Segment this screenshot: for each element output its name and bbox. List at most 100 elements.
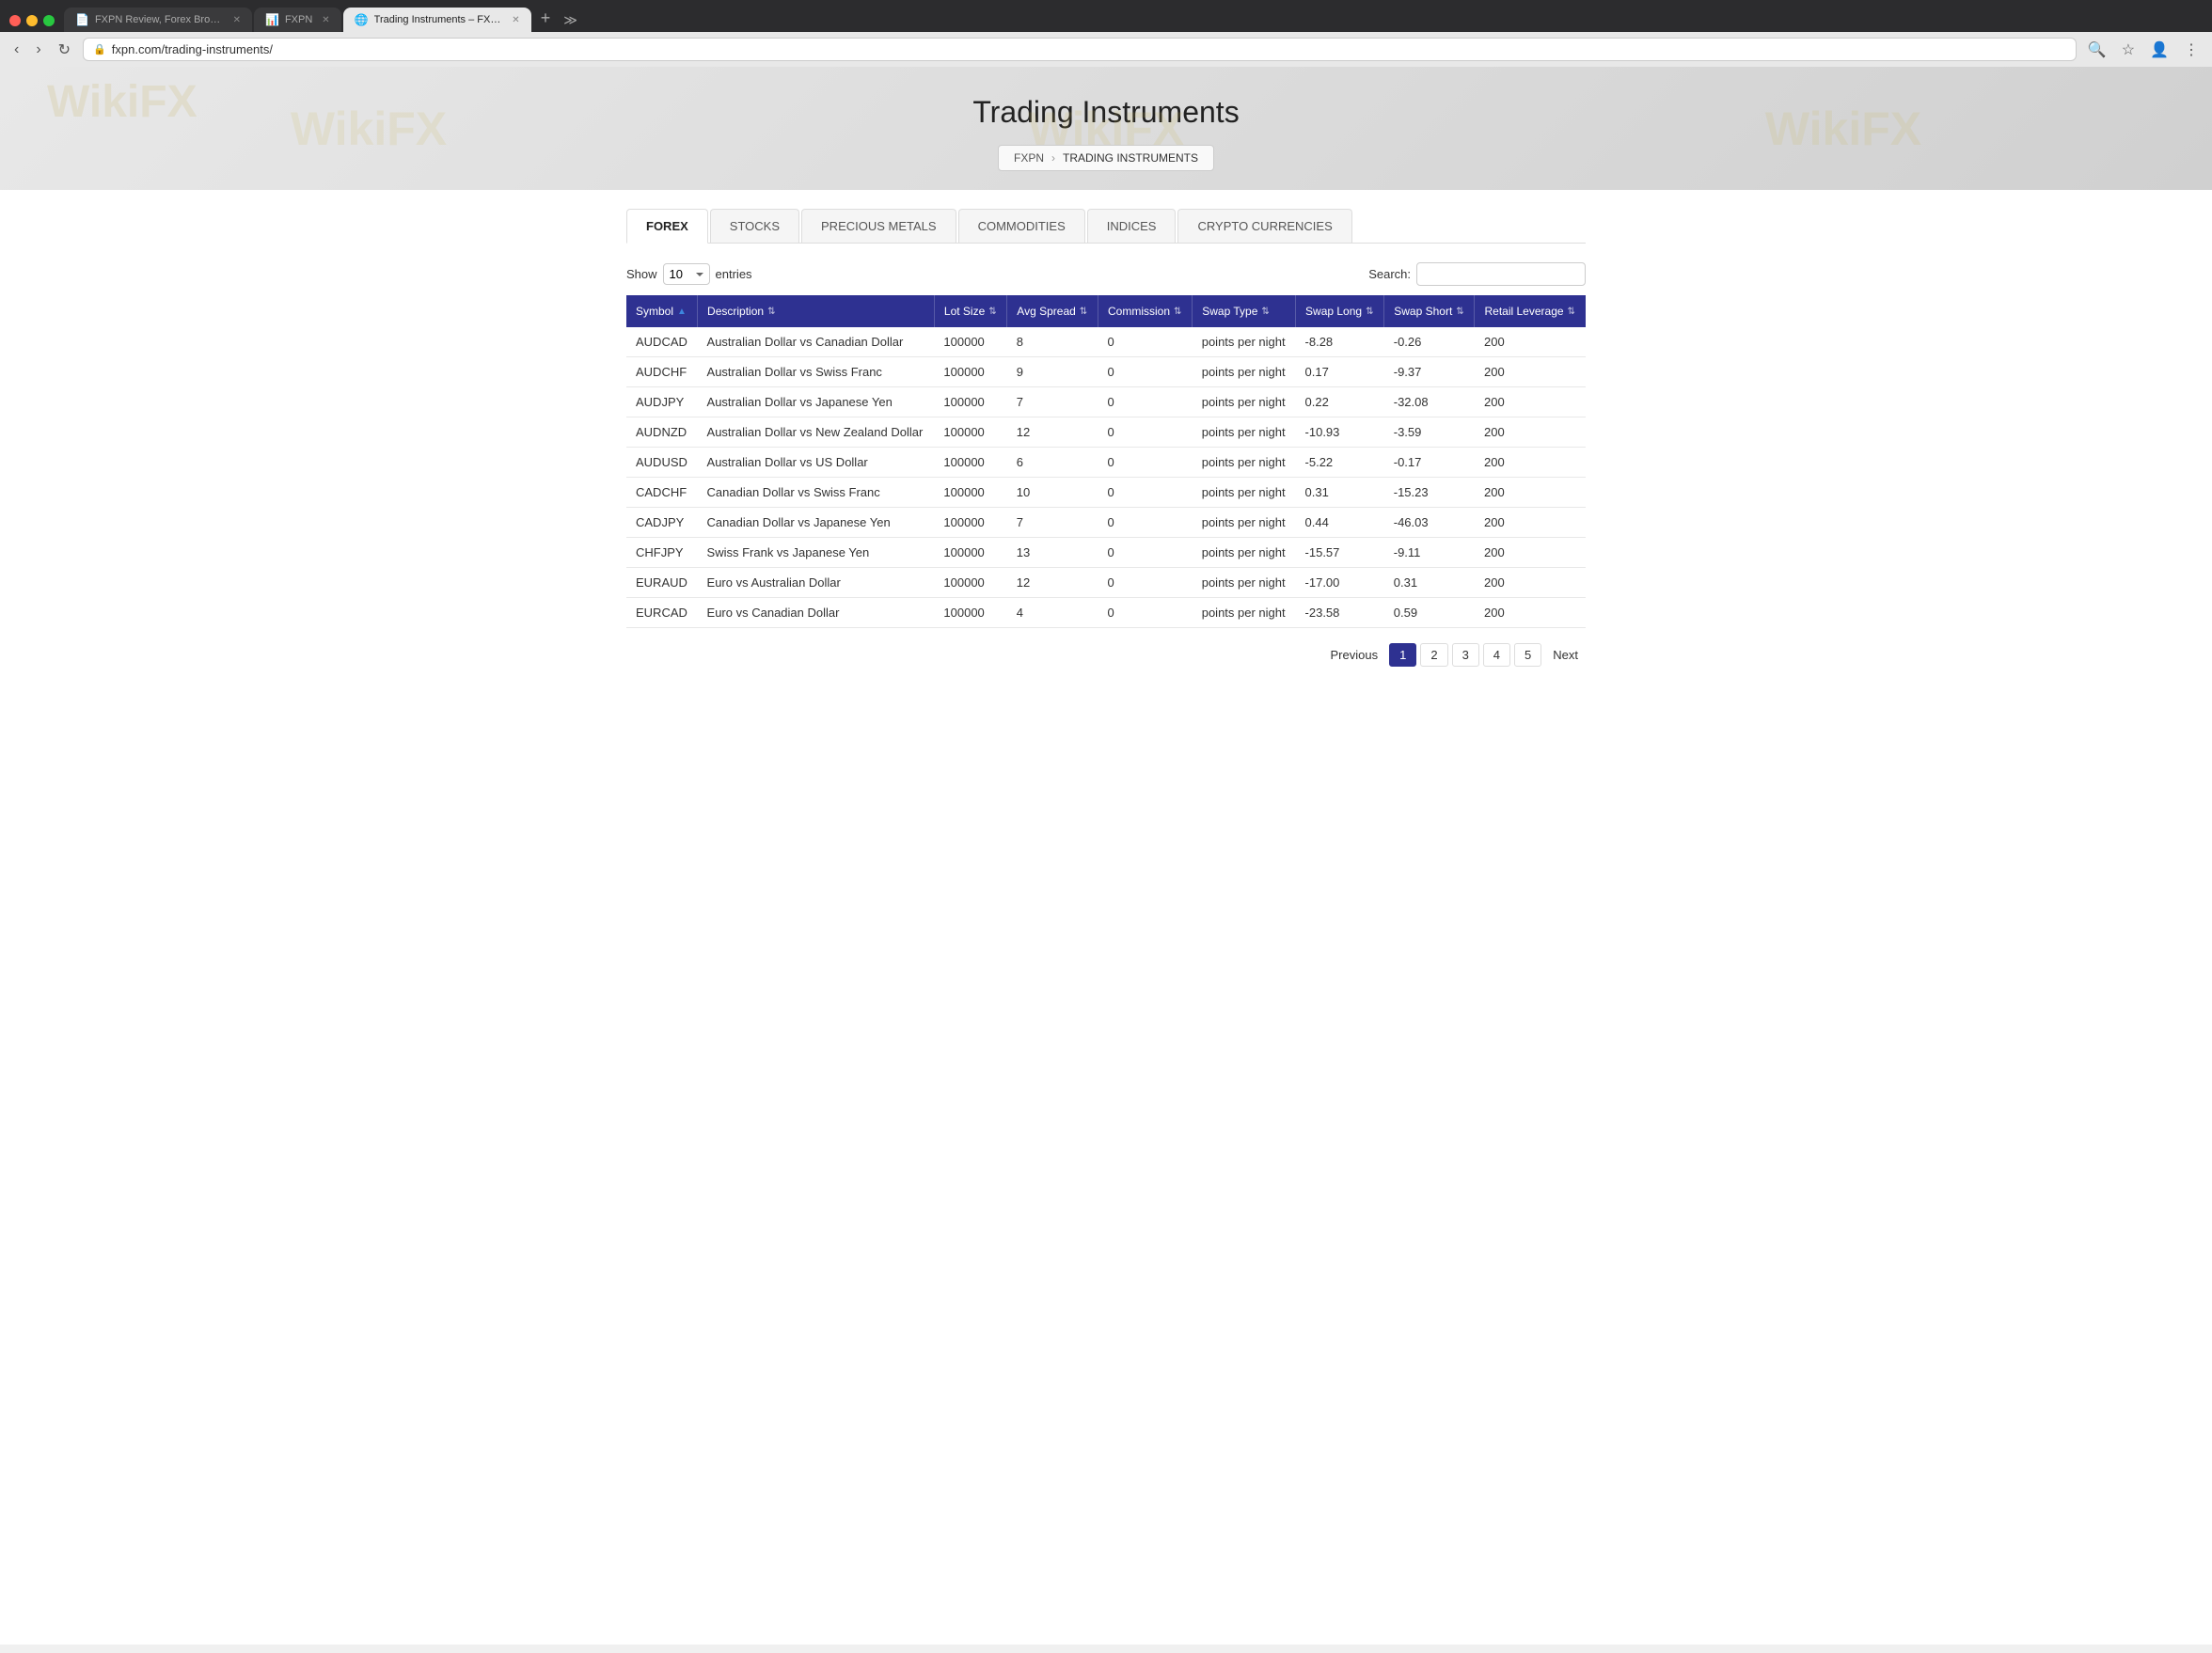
cell-lot_size: 100000: [934, 508, 1006, 538]
table-row: EURCADEuro vs Canadian Dollar10000040poi…: [626, 598, 1586, 628]
page-header: WikiFX WikiFX WikiFX Trading Instruments…: [0, 67, 2212, 190]
breadcrumb-current: TRADING INSTRUMENTS: [1063, 151, 1198, 165]
cell-retail_leverage: 200: [1475, 417, 1586, 448]
pagination: Previous12345Next: [626, 643, 1586, 667]
tab-title: FXPN: [285, 14, 312, 25]
col-header-symbol[interactable]: Symbol▲: [626, 295, 698, 327]
table-controls: Show 102550100 entries Search:: [626, 262, 1586, 286]
cell-swap_type: points per night: [1193, 598, 1296, 628]
sort-icon-swap_short: ⇅: [1456, 307, 1463, 317]
cell-swap_type: points per night: [1193, 538, 1296, 568]
browser-chrome: 📄FXPN Review, Forex Broker&...✕📊FXPN✕🌐Tr…: [0, 0, 2212, 32]
cell-description: Australian Dollar vs US Dollar: [698, 448, 935, 478]
col-header-retail_leverage[interactable]: Retail Leverage⇅: [1475, 295, 1586, 327]
forward-button[interactable]: ›: [31, 39, 45, 60]
market-tab-stocks[interactable]: STOCKS: [710, 209, 799, 243]
cell-commission: 0: [1098, 568, 1192, 598]
minimize-button[interactable]: [26, 15, 38, 26]
maximize-button[interactable]: [43, 15, 55, 26]
cell-description: Canadian Dollar vs Japanese Yen: [698, 508, 935, 538]
page-button-2[interactable]: 2: [1420, 643, 1447, 667]
menu-icon[interactable]: ⋮: [2180, 39, 2203, 61]
close-button[interactable]: [9, 15, 21, 26]
col-header-swap_type[interactable]: Swap Type⇅: [1193, 295, 1296, 327]
page-button-1[interactable]: 1: [1389, 643, 1416, 667]
url-bar[interactable]: 🔒 fxpn.com/trading-instruments/: [83, 38, 2077, 61]
cell-lot_size: 100000: [934, 568, 1006, 598]
cell-swap_short: -32.08: [1384, 387, 1475, 417]
table-row: AUDNZDAustralian Dollar vs New Zealand D…: [626, 417, 1586, 448]
cell-swap_type: points per night: [1193, 417, 1296, 448]
cell-symbol: AUDCAD: [626, 327, 698, 357]
cell-lot_size: 100000: [934, 387, 1006, 417]
show-label: Show: [626, 267, 657, 281]
tab-close-icon[interactable]: ✕: [233, 15, 241, 25]
cell-description: Swiss Frank vs Japanese Yen: [698, 538, 935, 568]
cell-avg_spread: 9: [1007, 357, 1098, 387]
cell-description: Australian Dollar vs Swiss Franc: [698, 357, 935, 387]
tab-close-icon[interactable]: ✕: [322, 15, 329, 25]
entries-select[interactable]: 102550100: [663, 263, 710, 285]
search-icon[interactable]: 🔍: [2084, 39, 2110, 61]
tab-overflow-button[interactable]: ≫: [563, 12, 577, 28]
reload-button[interactable]: ↻: [54, 39, 75, 61]
cell-avg_spread: 8: [1007, 327, 1098, 357]
search-input[interactable]: [1416, 262, 1586, 286]
market-tab-crypto[interactable]: CRYPTO CURRENCIES: [1177, 209, 1351, 243]
col-header-lot_size[interactable]: Lot Size⇅: [934, 295, 1006, 327]
bookmark-icon[interactable]: ☆: [2118, 39, 2139, 61]
cell-swap_type: points per night: [1193, 568, 1296, 598]
cell-commission: 0: [1098, 508, 1192, 538]
cell-retail_leverage: 200: [1475, 478, 1586, 508]
col-header-avg_spread[interactable]: Avg Spread⇅: [1007, 295, 1098, 327]
cell-symbol: EURAUD: [626, 568, 698, 598]
market-tab-precious_metals[interactable]: PRECIOUS METALS: [801, 209, 956, 243]
col-header-description[interactable]: Description⇅: [698, 295, 935, 327]
new-tab-button[interactable]: +: [533, 8, 559, 28]
col-header-commission[interactable]: Commission⇅: [1098, 295, 1192, 327]
cell-lot_size: 100000: [934, 598, 1006, 628]
cell-retail_leverage: 200: [1475, 357, 1586, 387]
page-button-5[interactable]: 5: [1514, 643, 1541, 667]
col-label-retail_leverage: Retail Leverage: [1484, 305, 1563, 318]
breadcrumb-parent[interactable]: FXPN: [1014, 151, 1044, 165]
cell-swap_short: 0.31: [1384, 568, 1475, 598]
breadcrumb: FXPN › TRADING INSTRUMENTS: [998, 145, 1214, 171]
cell-retail_leverage: 200: [1475, 568, 1586, 598]
col-header-swap_short[interactable]: Swap Short⇅: [1384, 295, 1475, 327]
page-button-4[interactable]: 4: [1483, 643, 1510, 667]
address-bar: ‹ › ↻ 🔒 fxpn.com/trading-instruments/ 🔍 …: [0, 32, 2212, 67]
table-row: AUDCADAustralian Dollar vs Canadian Doll…: [626, 327, 1586, 357]
sort-icon-swap_type: ⇅: [1261, 307, 1269, 317]
cell-description: Canadian Dollar vs Swiss Franc: [698, 478, 935, 508]
pagination-previous[interactable]: Previous: [1323, 644, 1386, 666]
market-tab-indices[interactable]: INDICES: [1087, 209, 1177, 243]
cell-description: Australian Dollar vs Japanese Yen: [698, 387, 935, 417]
tab-close-icon[interactable]: ✕: [512, 15, 519, 25]
cell-commission: 0: [1098, 478, 1192, 508]
browser-tab-tab3[interactable]: 🌐Trading Instruments – FXPN✕: [343, 8, 531, 32]
col-header-swap_long[interactable]: Swap Long⇅: [1296, 295, 1384, 327]
browser-tab-tab2[interactable]: 📊FXPN✕: [254, 8, 341, 32]
col-label-description: Description: [707, 305, 764, 318]
market-tab-commodities[interactable]: COMMODITIES: [958, 209, 1085, 243]
cell-swap_short: -0.26: [1384, 327, 1475, 357]
search-box: Search:: [1368, 262, 1586, 286]
cell-symbol: AUDNZD: [626, 417, 698, 448]
cell-retail_leverage: 200: [1475, 327, 1586, 357]
profile-icon[interactable]: 👤: [2146, 39, 2172, 61]
back-button[interactable]: ‹: [9, 39, 24, 60]
cell-retail_leverage: 200: [1475, 448, 1586, 478]
page-button-3[interactable]: 3: [1452, 643, 1479, 667]
sort-icon-commission: ⇅: [1174, 307, 1181, 317]
col-label-swap_long: Swap Long: [1305, 305, 1362, 318]
col-label-lot_size: Lot Size: [944, 305, 985, 318]
browser-tab-tab1[interactable]: 📄FXPN Review, Forex Broker&...✕: [64, 8, 252, 32]
market-tab-forex[interactable]: FOREX: [626, 209, 708, 244]
table-row: CHFJPYSwiss Frank vs Japanese Yen1000001…: [626, 538, 1586, 568]
sort-icon-symbol: ▲: [677, 307, 687, 317]
pagination-next[interactable]: Next: [1545, 644, 1586, 666]
cell-avg_spread: 13: [1007, 538, 1098, 568]
cell-commission: 0: [1098, 387, 1192, 417]
cell-commission: 0: [1098, 357, 1192, 387]
